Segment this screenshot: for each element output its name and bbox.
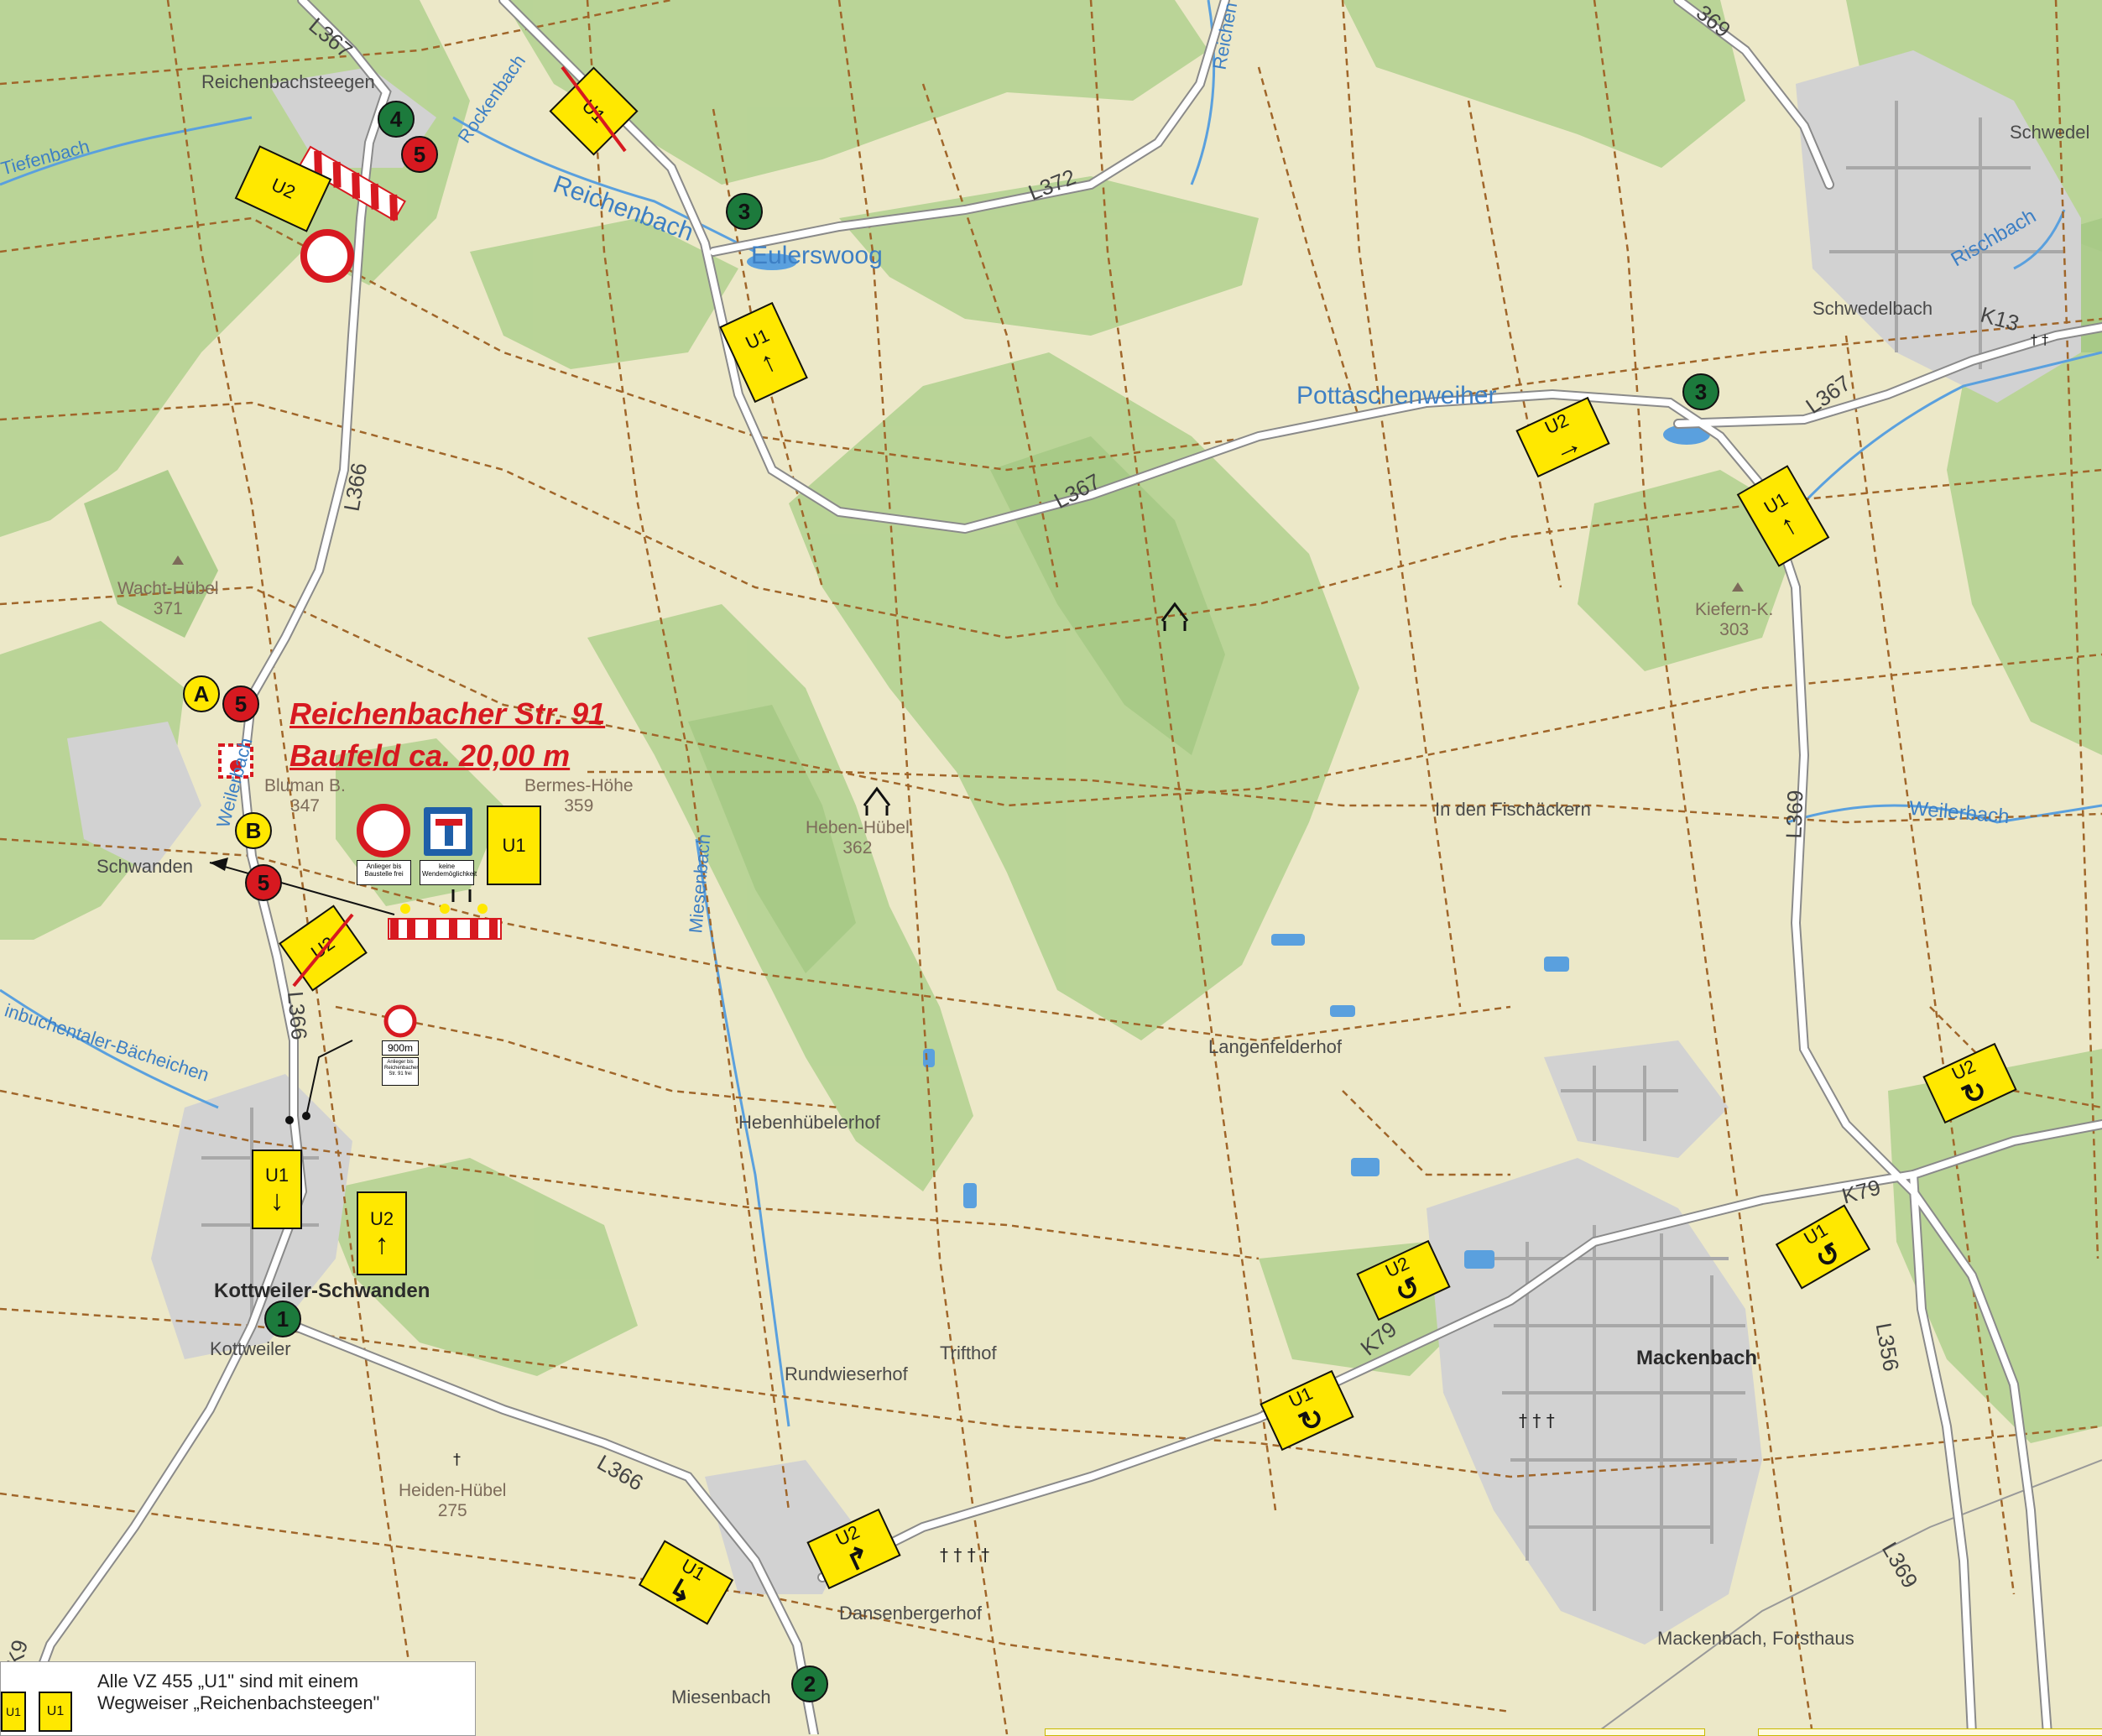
marker-green-3b: 3 xyxy=(1682,373,1719,410)
legend-box: U1 U1 Alle VZ 455 „U1" sind mit einem We… xyxy=(0,1661,476,1736)
legend-text: Alle VZ 455 „U1" sind mit einem Wegweise… xyxy=(97,1671,380,1713)
bottom-box-2 xyxy=(1758,1728,2102,1736)
marker-green-3a: 3 xyxy=(726,193,763,230)
legend-sign-u1-a: U1 xyxy=(1,1692,26,1732)
sign-anlieger-str91: Anlieger bis Reichenbacher Str. 91 frei xyxy=(382,1057,419,1086)
marker-red-5a: 5 xyxy=(401,136,438,173)
bottom-box-1 xyxy=(1045,1728,1705,1736)
marker-green-2: 2 xyxy=(791,1666,828,1702)
sign-anlieger: Anlieger bis Baustelle frei xyxy=(357,860,411,885)
sign-900m: 900m xyxy=(382,1040,419,1056)
marker-red-5b: 5 xyxy=(222,686,259,722)
marker-green-1: 1 xyxy=(264,1301,301,1337)
marker-yellow-a: A xyxy=(183,675,220,712)
detour-end-strikes xyxy=(292,65,627,988)
legend-sign-u1-b: U1 xyxy=(39,1692,72,1732)
sign-keine-wendemoeglichkeit: keine Wendemöglichkeit xyxy=(420,860,477,885)
marker-yellow-b: B xyxy=(235,812,272,849)
marker-red-5c: 5 xyxy=(245,864,282,901)
marker-green-4: 4 xyxy=(378,101,415,138)
